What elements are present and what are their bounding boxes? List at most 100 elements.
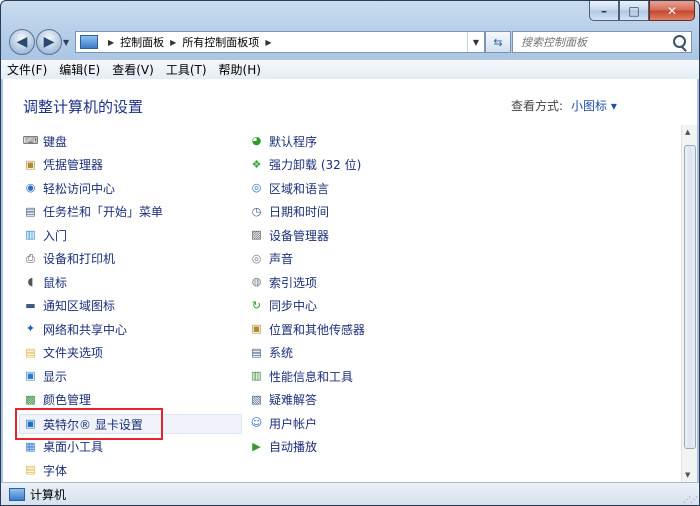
default-programs-icon: ◕ bbox=[251, 134, 262, 147]
item-label: 声音 bbox=[269, 252, 294, 266]
control-panel-item[interactable]: ◍ 索引选项 bbox=[249, 273, 317, 291]
breadcrumb-control-panel[interactable]: 控制面板 bbox=[120, 34, 164, 50]
menu-tools[interactable]: 工具(T) bbox=[160, 61, 213, 78]
notification-icon: ▬ bbox=[25, 298, 36, 312]
back-button[interactable]: ◀ bbox=[9, 29, 35, 55]
address-dropdown-button[interactable]: ▼ bbox=[467, 32, 484, 52]
control-panel-item[interactable]: ◷ 日期和时间 bbox=[249, 203, 329, 221]
search-box bbox=[512, 31, 692, 53]
ease-of-access-icon: ◉ bbox=[25, 181, 36, 194]
region-icon: ◎ bbox=[251, 181, 262, 194]
control-panel-item[interactable]: ▤ 系统 bbox=[249, 344, 293, 362]
control-panel-item[interactable]: ⎙ 设备和打印机 bbox=[23, 250, 115, 268]
item-label: 系统 bbox=[269, 346, 294, 360]
control-panel-item[interactable]: ▦ 桌面小工具 bbox=[23, 438, 103, 456]
item-label: 区域和语言 bbox=[269, 181, 330, 196]
troubleshooting-icon: ▧ bbox=[251, 392, 262, 406]
item-label: 键盘 bbox=[43, 134, 68, 149]
page-title: 调整计算机的设置 bbox=[23, 98, 144, 116]
credential-icon: ▣ bbox=[25, 157, 36, 171]
item-label: 索引选项 bbox=[269, 275, 318, 290]
control-panel-item[interactable]: ◎ 声音 bbox=[249, 250, 293, 268]
scroll-down-icon[interactable]: ▼ bbox=[685, 471, 690, 479]
control-panel-item[interactable]: ◕ 默认程序 bbox=[249, 132, 317, 150]
control-panel-item[interactable]: ▥ 性能信息和工具 bbox=[249, 367, 353, 385]
printer-icon: ⎙ bbox=[26, 251, 35, 265]
refresh-button[interactable]: ⇆ bbox=[485, 31, 511, 53]
control-panel-item[interactable]: ▧ 疑难解答 bbox=[249, 391, 317, 409]
control-panel-item[interactable]: ▤ 任务栏和「开始」菜单 bbox=[23, 203, 163, 221]
control-panel-item[interactable]: ▬ 通知区域图标 bbox=[23, 297, 115, 315]
menu-view[interactable]: 查看(V) bbox=[106, 61, 160, 78]
scroll-up-icon[interactable]: ▲ bbox=[685, 128, 690, 136]
item-label: 默认程序 bbox=[269, 134, 318, 149]
mouse-icon: ◖ bbox=[27, 275, 34, 288]
item-label: 位置和其他传感器 bbox=[269, 322, 366, 337]
recent-pages-dropdown[interactable]: ▼ bbox=[63, 38, 69, 47]
control-panel-item[interactable]: ◉ 轻松访问中心 bbox=[23, 179, 115, 197]
item-label: 自动播放 bbox=[269, 440, 318, 454]
item-label: 桌面小工具 bbox=[43, 440, 104, 454]
control-panel-item[interactable]: ▣ 位置和其他传感器 bbox=[249, 320, 365, 338]
item-label: 性能信息和工具 bbox=[269, 369, 354, 384]
breadcrumb: ▶ 控制面板 ▶ 所有控制面板项 ▶ bbox=[102, 34, 277, 50]
item-label: 设备管理器 bbox=[269, 228, 330, 243]
control-panel-item[interactable]: ◎ 区域和语言 bbox=[249, 179, 329, 197]
scroll-thumb[interactable] bbox=[684, 145, 696, 449]
address-bar[interactable]: ▶ 控制面板 ▶ 所有控制面板项 ▶ ▼ bbox=[75, 31, 485, 53]
item-label: 入门 bbox=[43, 228, 68, 243]
breadcrumb-separator-icon[interactable]: ▶ bbox=[170, 38, 176, 47]
forward-button[interactable]: ▶ bbox=[36, 29, 62, 55]
control-panel-item[interactable]: ▥ 入门 bbox=[23, 226, 67, 244]
system-icon: ▤ bbox=[251, 345, 262, 359]
item-label: 鼠标 bbox=[43, 275, 68, 290]
item-label: 字体 bbox=[43, 463, 68, 478]
control-panel-item[interactable]: ▣ 显示 bbox=[23, 367, 67, 385]
close-button[interactable]: ✕ bbox=[649, 1, 695, 21]
sound-icon: ◎ bbox=[251, 251, 262, 265]
minimize-button[interactable]: – bbox=[589, 1, 619, 21]
menu-edit[interactable]: 编辑(E) bbox=[53, 61, 106, 78]
resize-grip-icon[interactable]: ⋰⋰ bbox=[683, 495, 698, 504]
maximize-button[interactable]: □ bbox=[619, 1, 649, 21]
uninstall-icon: ❖ bbox=[251, 157, 262, 171]
status-label: 计算机 bbox=[30, 488, 67, 502]
gadgets-icon: ▦ bbox=[25, 439, 36, 453]
item-label: 文件夹选项 bbox=[43, 346, 104, 360]
control-panel-item[interactable]: ▣ 凭据管理器 bbox=[23, 156, 103, 174]
control-panel-item[interactable]: ☺ 用户帐户 bbox=[249, 414, 317, 432]
sync-icon: ↻ bbox=[251, 298, 262, 312]
breadcrumb-all-items[interactable]: 所有控制面板项 bbox=[182, 34, 259, 50]
search-icon[interactable] bbox=[673, 35, 686, 48]
control-panel-item[interactable]: ▩ 颜色管理 bbox=[23, 391, 91, 409]
control-panel-item[interactable]: ▶ 自动播放 bbox=[249, 438, 317, 456]
item-label: 日期和时间 bbox=[269, 205, 330, 219]
forward-arrow-icon: ▶ bbox=[43, 34, 55, 50]
menu-bar: 文件(F) 编辑(E) 查看(V) 工具(T) 帮助(H) bbox=[1, 59, 699, 80]
control-panel-item[interactable]: ⌨ 键盘 bbox=[23, 132, 67, 150]
item-label: 设备和打印机 bbox=[43, 252, 116, 266]
control-panel-item[interactable]: ↻ 同步中心 bbox=[249, 297, 317, 315]
control-panel-item[interactable]: ✦ 网络和共享中心 bbox=[23, 320, 127, 338]
vertical-scrollbar[interactable]: ▲ ▼ bbox=[681, 125, 697, 482]
menu-help[interactable]: 帮助(H) bbox=[213, 61, 267, 78]
control-panel-item[interactable]: ▤ 字体 bbox=[23, 461, 67, 479]
view-by-label: 查看方式: bbox=[511, 99, 564, 113]
view-by-dropdown[interactable]: 小图标 ▾ bbox=[571, 97, 617, 114]
control-panel-item[interactable]: ❖ 强力卸载 (32 位) bbox=[249, 156, 362, 174]
clock-icon: ◷ bbox=[251, 204, 262, 218]
control-panel-item[interactable]: ◖ 鼠标 bbox=[23, 273, 67, 291]
item-label: 颜色管理 bbox=[43, 393, 92, 407]
main-content: 调整计算机的设置 查看方式: 小图标 ▾ ⌨ 键盘 ▣ 凭据管理器 ◉ 轻松访问中心 ▤ 任务… bbox=[3, 79, 697, 482]
control-panel-item[interactable]: ▤ 文件夹选项 bbox=[23, 344, 103, 362]
control-panel-item[interactable]: ▨ 设备管理器 bbox=[249, 226, 329, 244]
caption-buttons: – □ ✕ bbox=[589, 1, 695, 21]
menu-file[interactable]: 文件(F) bbox=[1, 61, 53, 78]
search-input[interactable] bbox=[519, 34, 673, 50]
item-label: 用户帐户 bbox=[269, 416, 318, 431]
breadcrumb-separator-icon[interactable]: ▶ bbox=[265, 38, 271, 47]
user-accounts-icon: ☺ bbox=[250, 416, 263, 429]
breadcrumb-separator-icon[interactable]: ▶ bbox=[108, 38, 114, 47]
device-manager-icon: ▨ bbox=[251, 228, 262, 241]
fonts-icon: ▤ bbox=[25, 463, 36, 476]
